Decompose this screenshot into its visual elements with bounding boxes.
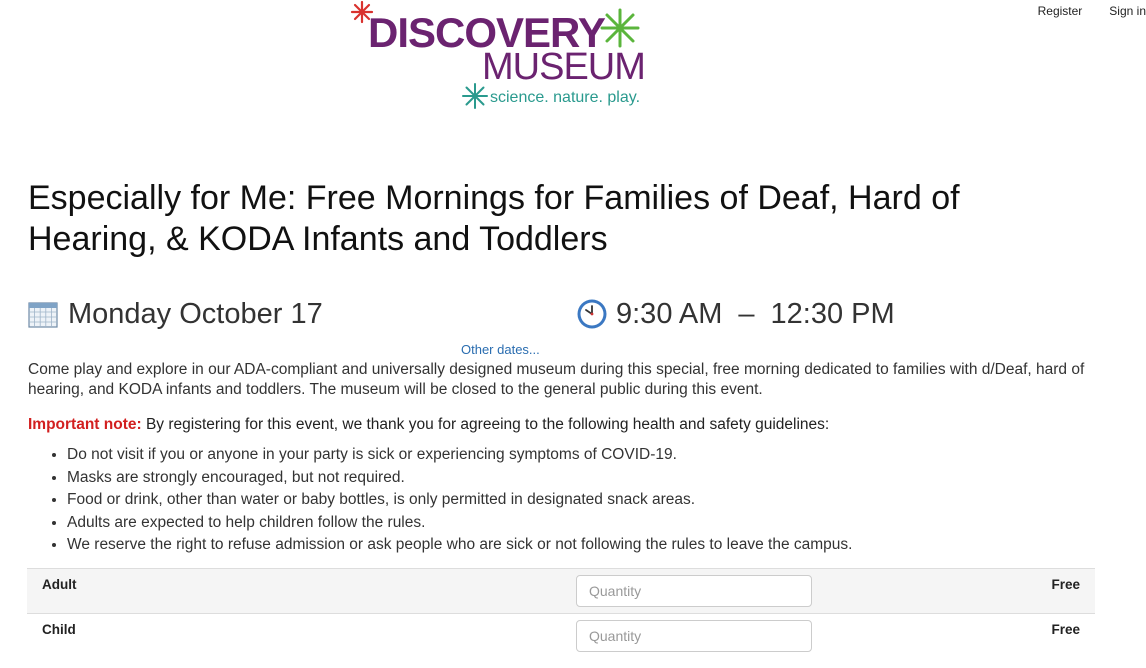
date-text: Monday October 17 xyxy=(68,298,323,330)
guideline-item: Do not visit if you or anyone in your pa… xyxy=(67,444,852,467)
date-time-row: Monday October 17 9:30 AM – 12:30 PM xyxy=(28,296,1088,336)
time-separator: – xyxy=(738,298,755,330)
guidelines-list: Do not visit if you or anyone in your pa… xyxy=(48,444,852,557)
guideline-item: Masks are strongly encouraged, but not r… xyxy=(67,467,852,490)
ticket-label: Adult xyxy=(42,577,77,592)
end-time: 12:30 PM xyxy=(770,298,895,330)
register-link[interactable]: Register xyxy=(1038,4,1083,18)
adult-quantity-input[interactable] xyxy=(576,575,812,607)
child-quantity-input[interactable] xyxy=(576,620,812,652)
ticket-row-adult: Adult Free xyxy=(27,568,1095,613)
important-note-text: By registering for this event, we thank … xyxy=(141,416,830,433)
ticket-price: Free xyxy=(1051,577,1080,592)
ticket-table: Adult Free Child Free xyxy=(27,568,1095,658)
sign-in-link[interactable]: Sign in xyxy=(1109,4,1146,18)
start-time: 9:30 AM xyxy=(616,298,723,330)
account-links: Register Sign in xyxy=(1038,4,1146,18)
logo-tagline: science. nature. play. xyxy=(490,89,641,106)
ticket-label: Child xyxy=(42,622,76,637)
event-time: 9:30 AM – 12:30 PM xyxy=(576,296,895,332)
page: Register Sign in DISCOVERY MUSEUM scienc… xyxy=(0,0,1146,668)
important-note-label: Important note: xyxy=(28,416,142,433)
event-date: Monday October 17 xyxy=(28,296,323,332)
calendar-icon xyxy=(28,302,58,328)
ticket-row-child: Child Free xyxy=(27,613,1095,658)
guideline-item: Adults are expected to help children fol… xyxy=(67,512,852,535)
clock-icon xyxy=(577,299,607,329)
teal-asterisk-icon xyxy=(462,83,488,109)
important-note: Important note: By registering for this … xyxy=(28,415,1088,435)
guideline-item: Food or drink, other than water or baby … xyxy=(67,489,852,512)
event-title: Especially for Me: Free Mornings for Fam… xyxy=(28,179,960,258)
logo-word-museum: MUSEUM xyxy=(482,46,646,88)
event-description: Come play and explore in our ADA-complia… xyxy=(28,361,1085,398)
ticket-price: Free xyxy=(1051,622,1080,637)
green-asterisk-icon xyxy=(600,8,640,48)
other-dates-link[interactable]: Other dates... xyxy=(461,342,540,357)
discovery-museum-logo[interactable]: DISCOVERY MUSEUM science. nature. play. xyxy=(350,0,660,112)
guideline-item: We reserve the right to refuse admission… xyxy=(67,534,852,557)
